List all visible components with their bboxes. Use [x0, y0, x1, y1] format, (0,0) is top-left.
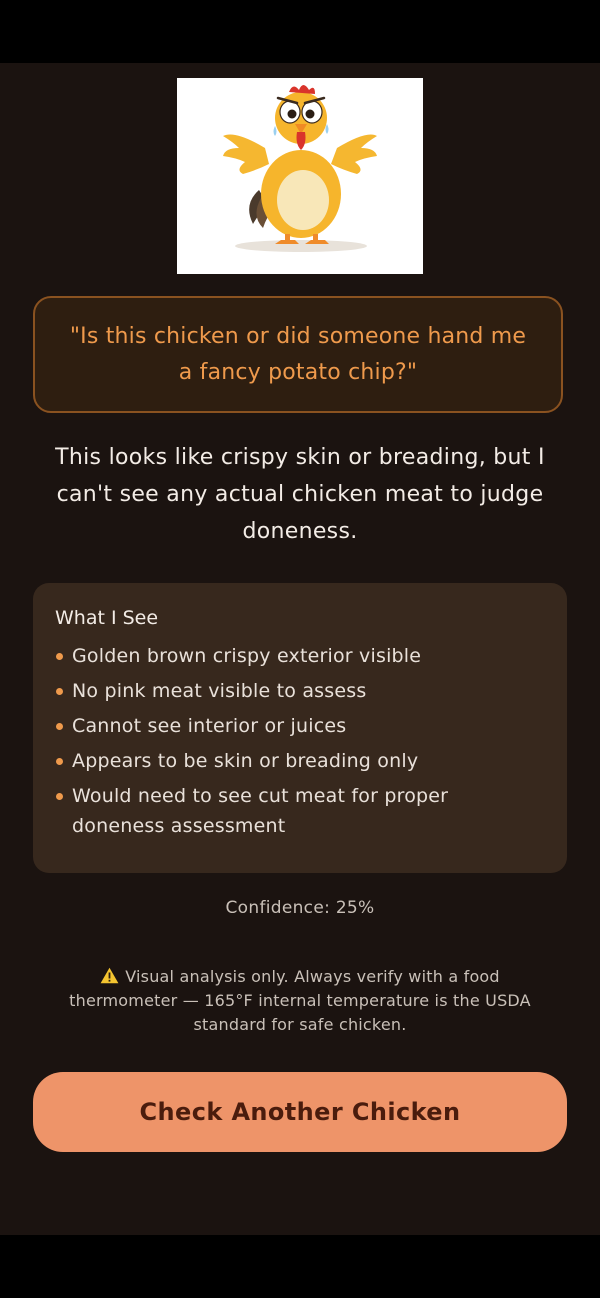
observation-text: Would need to see cut meat for proper do… — [72, 785, 449, 837]
check-another-chicken-button[interactable]: Check Another Chicken — [33, 1072, 567, 1152]
observation-item: Golden brown crispy exterior visible — [55, 641, 545, 671]
result-screen: "Is this chicken or did someone hand me … — [0, 63, 600, 1235]
observation-text: Golden brown crispy exterior visible — [72, 645, 422, 667]
observation-text: No pink meat visible to assess — [72, 680, 367, 702]
quote-box: "Is this chicken or did someone hand me … — [33, 296, 563, 413]
what-i-see-title: What I See — [55, 607, 159, 629]
chicken-illustration — [223, 85, 377, 252]
analysis-summary: This looks like crispy skin or breading,… — [55, 445, 545, 544]
observation-item: Appears to be skin or breading only — [55, 746, 545, 776]
disclaimer-text: Visual analysis only. Always verify with… — [69, 967, 531, 1034]
observation-text: Appears to be skin or breading only — [72, 750, 419, 772]
bullet-dot — [56, 688, 63, 695]
quote-text: "Is this chicken or did someone hand me … — [69, 323, 527, 385]
observation-item: No pink meat visible to assess — [55, 676, 545, 706]
chicken-photo — [177, 78, 423, 274]
observation-text: Cannot see interior or juices — [72, 715, 347, 737]
warning-icon — [100, 967, 119, 984]
bullet-dot — [56, 723, 63, 730]
observation-item: Cannot see interior or juices — [55, 711, 545, 741]
bullet-dot — [56, 793, 63, 800]
safety-disclaimer: Visual analysis only. Always verify with… — [50, 965, 550, 1037]
navigation-bar — [0, 1235, 600, 1298]
bullet-dot — [56, 653, 63, 660]
bullet-dot — [56, 758, 63, 765]
observation-item: Would need to see cut meat for proper do… — [55, 781, 545, 841]
what-i-see-card: What I See Golden brown crispy exterior … — [33, 583, 567, 873]
observation-list: Golden brown crispy exterior visible No … — [55, 641, 545, 841]
status-bar — [0, 0, 600, 63]
confidence-label: Confidence: 25% — [225, 898, 375, 918]
